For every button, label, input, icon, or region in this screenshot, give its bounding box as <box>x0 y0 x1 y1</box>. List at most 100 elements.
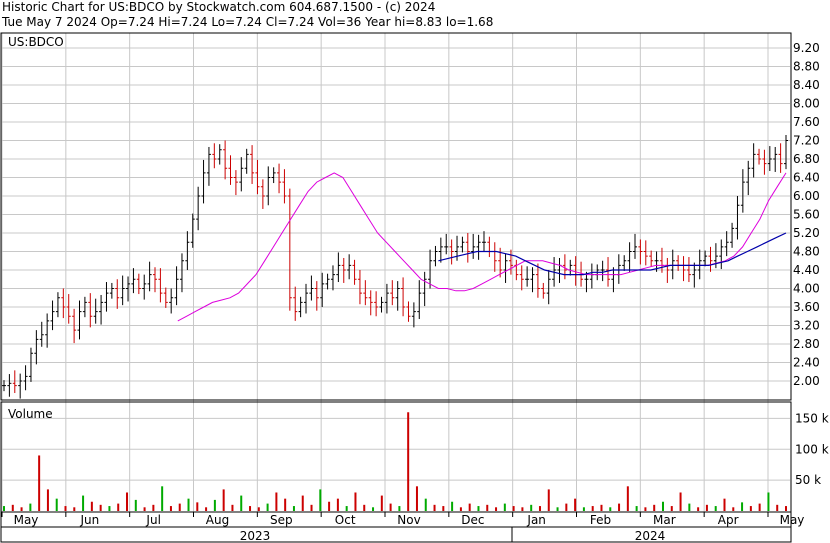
volume-bar <box>117 503 120 511</box>
volume-bar <box>310 504 313 511</box>
volume-bar <box>161 486 164 511</box>
price-panel-frame <box>0 32 792 401</box>
price-bar <box>185 231 190 270</box>
price-bar <box>190 213 195 248</box>
volume-bar <box>723 498 726 511</box>
moving-average-long <box>438 232 787 276</box>
price-bar <box>99 294 104 325</box>
price-bar <box>600 260 605 282</box>
month-label: Sep <box>270 513 293 527</box>
price-bar <box>535 263 540 298</box>
volume-bar <box>424 498 427 511</box>
moving-average-short <box>177 172 787 322</box>
volume-bar <box>328 501 331 511</box>
volume-bar <box>3 506 5 511</box>
price-bar <box>778 143 783 173</box>
price-bar <box>12 370 17 394</box>
price-bar <box>233 170 238 196</box>
year-label-2024: 2024 <box>635 529 666 543</box>
month-label: Dec <box>461 513 484 527</box>
volume-bar <box>407 412 410 511</box>
price-bar <box>18 373 23 399</box>
volume-bar <box>451 501 454 511</box>
price-bar <box>541 282 546 299</box>
volume-label: Volume <box>8 407 53 421</box>
price-bar <box>93 298 98 324</box>
price-bar <box>757 148 762 165</box>
volume-bar <box>732 507 735 511</box>
month-label: Jan <box>526 513 546 527</box>
price-bar <box>762 149 767 175</box>
volume-bar <box>284 498 287 511</box>
month-label: Jun <box>79 513 99 527</box>
volume-bar <box>609 507 612 511</box>
volume-bar <box>90 501 93 511</box>
stock-chart: US:BDCO Volume 9.20 8.80 8.40 8.00 7.60 7.20 6… <box>0 32 829 543</box>
price-bar <box>622 255 627 271</box>
price-bar <box>676 255 681 271</box>
volume-bar <box>301 495 304 511</box>
price-bar <box>697 249 702 280</box>
price-bar <box>2 380 6 392</box>
volume-bar <box>661 501 664 511</box>
price-bar <box>136 273 141 295</box>
price-bar <box>395 281 400 311</box>
price-tick-label: 5.60 <box>793 208 820 222</box>
price-tick-label: 2.00 <box>793 374 820 388</box>
price-bar <box>368 290 373 316</box>
price-bar <box>244 148 249 174</box>
month-label: Feb <box>590 513 611 527</box>
price-bar <box>201 159 206 204</box>
price-tick-label: 4.80 <box>793 245 820 259</box>
month-axis: May Jun Jul Aug Sep Oct Nov Dec Jan Feb Mar Apr May <box>1 512 805 527</box>
volume-bar <box>249 506 252 511</box>
volume-bar <box>178 503 181 511</box>
volume-bar <box>266 503 269 511</box>
volume-bar <box>785 506 787 511</box>
price-bar <box>228 155 233 185</box>
volume-bar <box>556 507 559 511</box>
price-bar <box>719 239 724 270</box>
volume-bar <box>688 503 691 511</box>
price-bar <box>196 186 201 231</box>
price-bar <box>158 268 163 303</box>
volume-bar <box>697 507 700 511</box>
price-bar <box>492 242 497 272</box>
grid <box>1 33 790 512</box>
month-label: Nov <box>397 513 420 527</box>
price-tick-label: 6.40 <box>793 171 820 185</box>
volume-bar <box>477 506 480 511</box>
volume-bar <box>512 506 515 511</box>
price-bar <box>88 293 93 328</box>
volume-bar <box>398 506 401 511</box>
volume-bar <box>99 504 102 511</box>
price-bar <box>406 301 411 322</box>
volume-bar <box>758 503 761 511</box>
volume-bar <box>126 492 129 511</box>
volume-bar <box>134 499 137 511</box>
price-bar <box>681 256 686 282</box>
price-bar <box>476 234 481 260</box>
price-tick-label: 2.80 <box>793 337 820 351</box>
price-bar <box>751 143 756 178</box>
price-bar <box>287 188 292 311</box>
price-bars <box>2 134 788 399</box>
price-bar <box>55 292 60 318</box>
volume-bar <box>196 502 199 511</box>
price-bar <box>115 279 120 309</box>
volume-bar <box>749 506 752 511</box>
price-bar <box>325 273 330 290</box>
price-tick-label: 6.80 <box>793 152 820 166</box>
price-bar <box>239 157 244 192</box>
volume-axis: 150 k 100 k 50 k <box>795 411 829 487</box>
volume-bar <box>468 503 471 511</box>
price-bar <box>109 282 114 299</box>
month-label: May <box>780 513 805 527</box>
volume-bar <box>363 504 366 511</box>
month-label: Mar <box>653 513 676 527</box>
price-bar <box>390 280 395 306</box>
volume-bar <box>626 486 629 511</box>
price-bar <box>627 242 632 272</box>
price-bar <box>34 330 39 365</box>
price-bar <box>487 236 492 258</box>
